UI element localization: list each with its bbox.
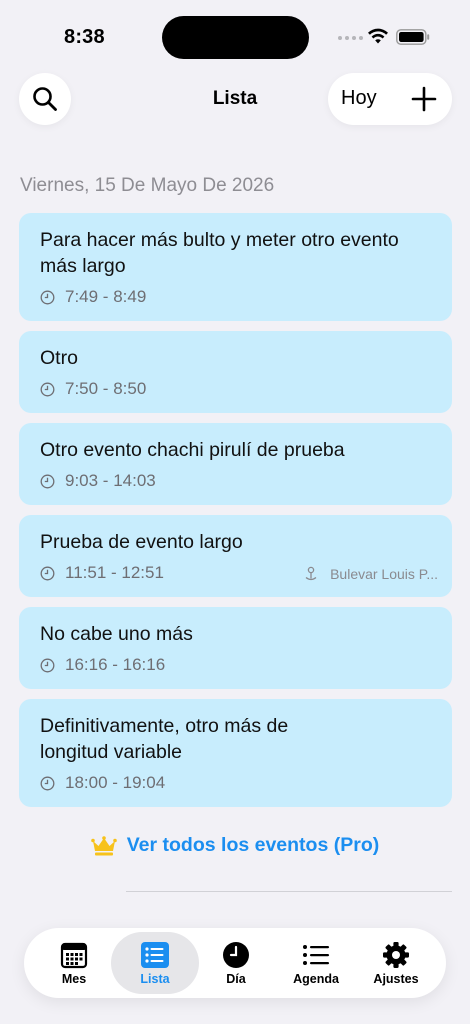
dynamic-island: [162, 16, 309, 59]
date-header: Viernes, 15 De Mayo De 2026: [20, 175, 275, 196]
event-card[interactable]: Para hacer más bulto y meter otro evento…: [19, 213, 452, 321]
event-meta: 7:49 - 8:49: [40, 285, 431, 309]
tab-label: Agenda: [293, 972, 339, 986]
tab-label: Día: [226, 972, 246, 986]
event-title: Prueba de evento largo: [40, 531, 243, 553]
clock-icon: [40, 474, 55, 488]
today-add-pill: Hoy: [328, 73, 452, 125]
clock-icon: [40, 658, 55, 672]
clock-icon: [40, 382, 55, 396]
location-text: Bulevar Louis P...: [330, 566, 438, 582]
event-title: Definitivamente, otro más de longitud va…: [40, 715, 289, 763]
cellular-signal-icon: [338, 36, 363, 40]
clock-icon: [40, 566, 55, 580]
event-meta: 18:00 - 19:04: [40, 771, 431, 795]
event-title: No cabe uno más: [40, 623, 193, 645]
crown-icon: [90, 835, 117, 855]
tab-label: Mes: [61, 972, 87, 986]
event-meta: 16:16 - 16:16: [40, 653, 431, 677]
add-icon[interactable]: [410, 85, 438, 113]
tab-label: Lista: [140, 972, 170, 986]
tab-label: Ajustes: [373, 972, 419, 986]
event-card[interactable]: Otro evento chachi pirulí de prueba 9:03…: [19, 423, 452, 505]
event-time: 11:51 - 12:51: [65, 563, 164, 582]
event-card[interactable]: Otro 7:50 - 8:50: [19, 331, 452, 413]
today-button[interactable]: Hoy: [341, 87, 377, 110]
divider: [126, 891, 452, 892]
event-title: Otro: [40, 347, 78, 369]
status-bar: 8:38: [0, 0, 470, 70]
event-meta: 7:50 - 8:50: [40, 377, 431, 401]
event-card[interactable]: Prueba de evento largo 11:51 - 12:51 Bul…: [19, 515, 452, 597]
event-title: Otro evento chachi pirulí de prueba: [40, 439, 345, 461]
tab-ajustes[interactable]: Ajustes: [352, 932, 440, 994]
event-card[interactable]: Definitivamente, otro más de longitud va…: [19, 699, 452, 807]
location-pin-icon: [305, 566, 317, 581]
battery-icon: [396, 29, 430, 45]
event-card[interactable]: No cabe uno más 16:16 - 16:16: [19, 607, 452, 689]
wifi-icon: [368, 28, 388, 44]
list-icon: [141, 942, 169, 968]
tab-lista[interactable]: Lista: [111, 932, 199, 994]
event-title: Para hacer más bulto y meter otro evento…: [40, 229, 399, 277]
clock-icon: [223, 942, 249, 968]
agenda-icon: [303, 945, 329, 965]
clock-icon: [40, 290, 55, 304]
event-meta: 9:03 - 14:03: [40, 469, 431, 493]
event-location: Bulevar Louis P...: [304, 566, 438, 582]
event-time: 7:49 - 8:49: [65, 287, 147, 306]
event-time: 18:00 - 19:04: [65, 773, 166, 792]
event-time: 16:16 - 16:16: [65, 655, 166, 674]
status-time: 8:38: [64, 26, 105, 48]
tab-mes[interactable]: Mes: [30, 932, 118, 994]
clock-icon: [40, 776, 55, 790]
view-all-events-pro-link[interactable]: Ver todos los eventos (Pro): [0, 834, 470, 857]
tab-agenda[interactable]: Agenda: [272, 932, 360, 994]
event-time: 7:50 - 8:50: [65, 379, 147, 398]
tab-dia[interactable]: Día: [192, 932, 280, 994]
tab-bar: Mes Lista Día Agenda Ajustes: [24, 928, 446, 998]
event-list: Para hacer más bulto y meter otro evento…: [19, 213, 452, 817]
gear-icon: [383, 942, 409, 968]
pro-link-label: Ver todos los eventos (Pro): [126, 834, 380, 856]
calendar-icon: [60, 942, 88, 969]
event-time: 9:03 - 14:03: [65, 471, 156, 490]
